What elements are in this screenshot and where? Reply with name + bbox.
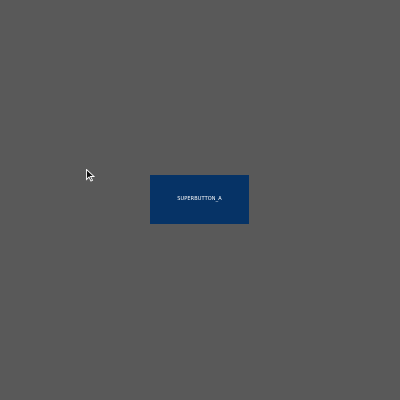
arrow-cursor-icon [86,169,95,182]
canvas: SUPERBUTTON_A [0,0,400,400]
superbutton-a-button[interactable]: SUPERBUTTON_A [150,175,249,224]
superbutton-a-label: SUPERBUTTON_A [177,196,222,202]
